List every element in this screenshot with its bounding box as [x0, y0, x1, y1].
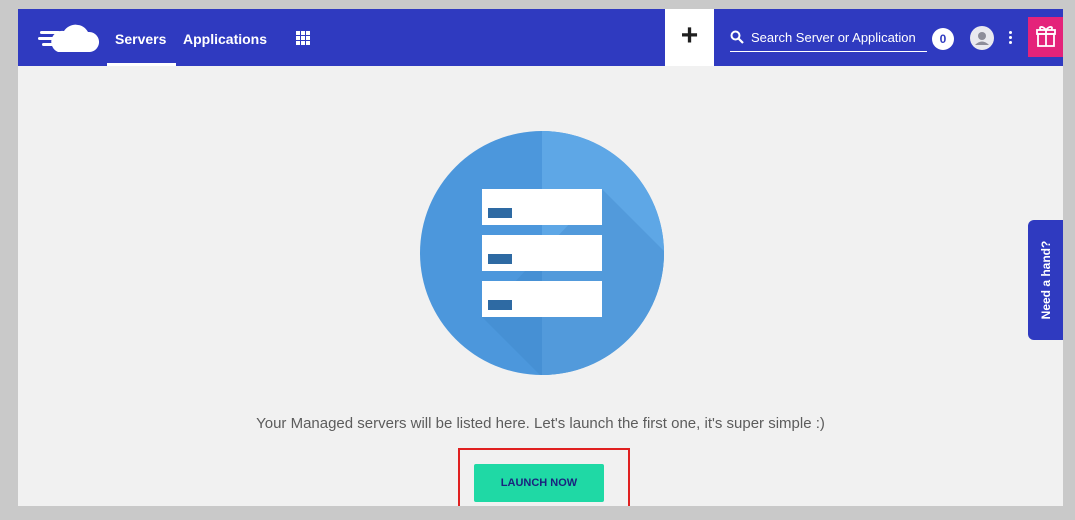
- search-placeholder: Search Server or Application: [751, 30, 916, 45]
- apps-grid-icon[interactable]: [295, 30, 311, 46]
- gift-button[interactable]: [1028, 17, 1063, 57]
- logo-cloud-icon[interactable]: [38, 22, 100, 56]
- app-window: Servers Applications + Search Server or …: [18, 9, 1063, 506]
- server-stack-icon: [420, 131, 664, 375]
- launch-now-button[interactable]: LAUNCH NOW: [474, 464, 604, 502]
- add-button[interactable]: +: [665, 9, 714, 66]
- need-help-tab[interactable]: Need a hand?: [1028, 220, 1063, 340]
- gift-icon: [1036, 26, 1056, 47]
- empty-state-message: Your Managed servers will be listed here…: [256, 415, 825, 432]
- top-navigation-bar: Servers Applications + Search Server or …: [18, 9, 1063, 66]
- tab-servers[interactable]: Servers: [106, 9, 177, 66]
- tab-applications[interactable]: Applications: [183, 9, 267, 66]
- need-help-label: Need a hand?: [1038, 240, 1053, 320]
- notification-count-badge[interactable]: 0: [932, 28, 954, 50]
- kebab-menu-icon[interactable]: [1007, 29, 1013, 47]
- search-input[interactable]: Search Server or Application: [730, 25, 927, 52]
- user-avatar-icon[interactable]: [970, 26, 994, 50]
- search-icon: [730, 30, 744, 44]
